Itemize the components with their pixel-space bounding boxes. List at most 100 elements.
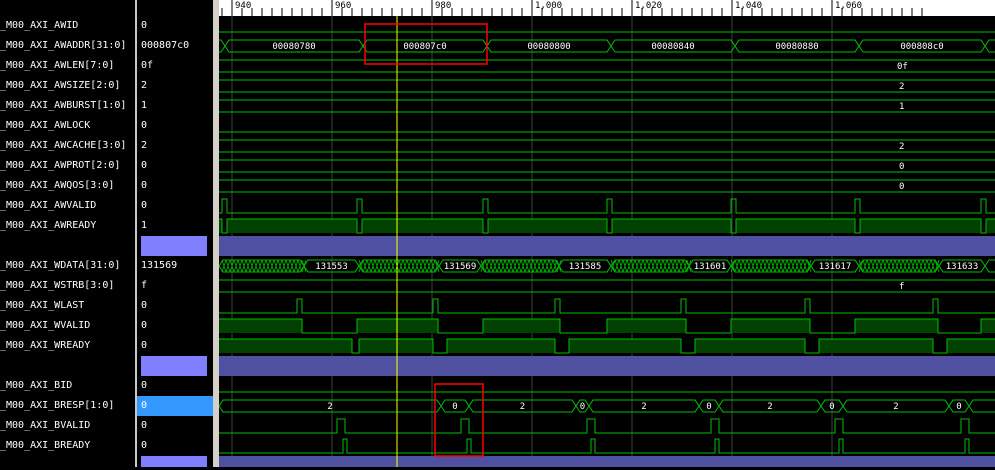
awready-wave-high [860,219,981,233]
wvalid-wave-high [731,319,810,333]
wdata-wave-segment [730,259,812,273]
signal-value-awburst: 1 [141,100,148,111]
signal-name-awvalid[interactable]: _M00_AXI_AWVALID [0,196,135,216]
signal-name-wlast[interactable]: _M00_AXI_WLAST [0,296,135,316]
wdata-wave-label: 131569 [444,262,477,272]
wready-wave-high [819,339,933,353]
awaddr-wave-label: 00080800 [527,42,570,52]
signal-name-bready[interactable]: _M00_AXI_BREADY [0,436,135,456]
wready-wave-high [947,339,995,353]
awaddr-wave-label: 000807c0 [403,42,446,52]
signal-value-awaddr: 000807c0 [141,40,190,51]
signal-value-wlast: 0 [141,300,148,311]
bresp-wave-label: 2 [641,402,646,412]
awaddr-wave-label: 00080840 [651,42,694,52]
ruler-tick-label: 1,000 [535,1,562,11]
signal-name-panel: _M00_AXI_AWID _M00_AXI_AWADDR[31:0] _M00… [0,0,135,467]
signal-value-bid: 0 [141,380,148,391]
bresp-wave-label: 0 [452,402,457,412]
signal-name-awsize[interactable]: _M00_AXI_AWSIZE[2:0] [0,76,135,96]
signal-name-wstrb[interactable]: _M00_AXI_WSTRB[3:0] [0,276,135,296]
signal-value-bvalid: 0 [141,420,148,431]
signal-name-awlock[interactable]: _M00_AXI_AWLOCK [0,116,135,136]
bresp-wave-label: 2 [893,402,898,412]
signal-name-awcache[interactable]: _M00_AXI_AWCACHE[3:0] [0,136,135,156]
group-divider[interactable] [141,356,207,376]
waveform-view[interactable]: 940 960 980 1,000 1,020 1,040 1,060 00080780 000… [141,0,995,467]
wready-wave-high [569,339,681,353]
signal-value-bready: 0 [141,440,148,451]
signal-value-panel: 0 000807c0 0f 2 1 0 2 0 0 0 1 131569 f 0… [137,0,213,467]
wdata-wave-segment [858,259,940,273]
bresp-wave-label: 0 [706,402,711,412]
wdata-wave-label: 131585 [569,262,602,272]
awprot-wave-label: 0 [899,162,904,172]
signal-name-awaddr[interactable]: _M00_AXI_AWADDR[31:0] [0,36,135,56]
bresp-wave-label: 0 [829,402,834,412]
wstrb-wave-label: f [899,282,904,292]
signal-value-awid: 0 [141,20,148,31]
wdata-wave-label: 131601 [694,262,727,272]
awaddr-wave-label: 00080780 [272,42,315,52]
wready-wave-high [219,339,352,353]
bready-wave [219,438,995,454]
awready-wave-high [488,219,607,233]
signal-name-bid[interactable]: _M00_AXI_BID [0,376,135,396]
awready-wave-high [227,219,357,233]
signal-value-awlock: 0 [141,120,148,131]
awvalid-wave [219,198,995,214]
ruler-tick-label: 1,040 [735,1,762,11]
group-divider-bar [219,456,995,467]
wready-wave-high [695,339,805,353]
bresp-wave-label: 2 [767,402,772,412]
signal-name-awid[interactable]: _M00_AXI_AWID [0,16,135,36]
wready-wave-high [447,339,555,353]
signal-name-wvalid[interactable]: _M00_AXI_WVALID [0,316,135,336]
awready-wave-high [736,219,855,233]
signal-name-wdata[interactable]: _M00_AXI_WDATA[31:0] [0,256,135,276]
wready-wave-high [359,339,433,353]
signal-value-bresp-selected[interactable]: 0 [137,396,213,416]
awlen-wave-label: 0f [897,62,908,72]
signal-name-wready[interactable]: _M00_AXI_WREADY [0,336,135,356]
group-divider-bar [219,356,995,376]
signal-value-awprot: 0 [141,160,148,171]
signal-name-bresp[interactable]: _M00_AXI_BRESP[1:0] [0,396,135,416]
awaddr-wave-segment [208,39,226,53]
wdata-wave-label: 131553 [315,262,348,272]
waveform-canvas[interactable]: 940 960 980 1,000 1,020 1,040 1,06000080780 000… [141,0,995,467]
signal-name-bvalid[interactable]: _M00_AXI_BVALID [0,416,135,436]
awaddr-wave-label: 00080880 [775,42,818,52]
signal-name-awlen[interactable]: _M00_AXI_AWLEN[7:0] [0,56,135,76]
signal-value-awready: 1 [141,220,148,231]
wvalid-wave-high [483,319,560,333]
signal-name-awprot[interactable]: _M00_AXI_AWPROT[2:0] [0,156,135,176]
signal-name-awburst[interactable]: _M00_AXI_AWBURST[1:0] [0,96,135,116]
bresp-wave-segment [968,399,995,413]
wvalid-wave-high [219,319,302,333]
bresp-wave-label: 0 [580,402,585,412]
wdata-wave-segment [984,259,995,273]
signal-name-awready[interactable]: _M00_AXI_AWREADY [0,216,135,236]
awaddr-wave-segment [984,39,995,53]
awsize-wave-label: 2 [899,82,904,92]
awready-wave-high [986,219,995,233]
group-divider-bar [219,236,995,256]
awaddr-wave-label: 000808c0 [900,42,943,52]
group-divider[interactable] [141,456,207,467]
ruler-tick-label: 980 [435,1,451,11]
ruler-tick-label: 960 [335,1,351,11]
wvalid-wave-high [981,319,995,333]
ruler-tick-label: 1,020 [635,1,662,11]
awcache-wave-label: 2 [899,142,904,152]
ruler-tick-label: 940 [235,1,251,11]
wdata-wave-segment [358,259,440,273]
signal-name-awqos[interactable]: _M00_AXI_AWQOS[3:0] [0,176,135,196]
group-divider[interactable] [141,236,207,256]
wlast-wave [219,298,995,314]
signal-value-awvalid: 0 [141,200,148,211]
signal-value-awsize: 2 [141,80,148,91]
annotation-box-bresp [434,383,484,457]
signal-value-awlen: 0f [141,60,154,71]
signal-value-wready: 0 [141,340,148,351]
